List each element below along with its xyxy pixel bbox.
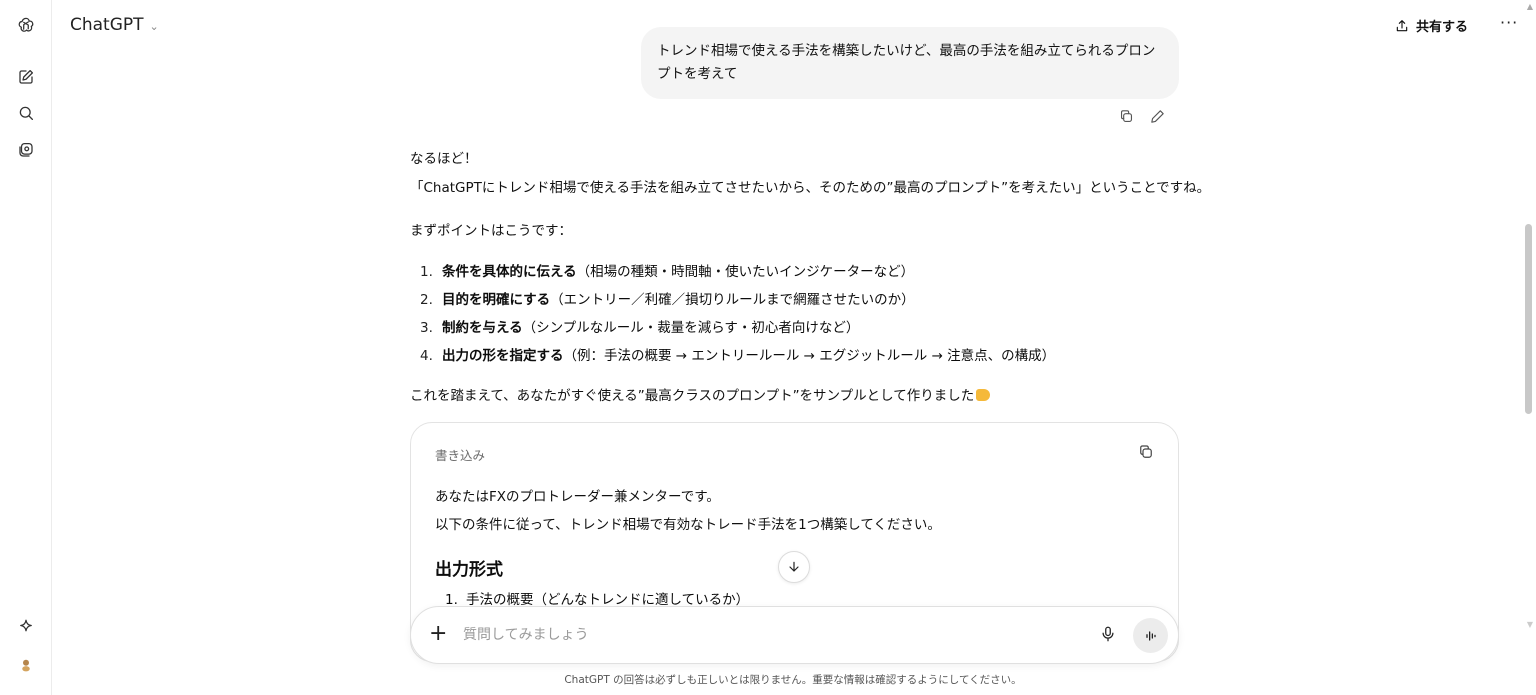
scrollbar[interactable]: ▲ ▼ — [1522, 0, 1536, 695]
arrow-down-icon — [789, 561, 799, 572]
list-number: 2. — [420, 292, 433, 308]
list-item: 3. 制約を与える（シンプルなルール・裁量を減らす・初心者向けなど） — [420, 318, 1055, 346]
left-sidebar-rail — [0, 0, 52, 695]
list-item: 2. 目的を明確にする（エントリー／利確／損切りルールまで網羅させたいのか） — [420, 290, 1055, 318]
edit-icon[interactable] — [1149, 108, 1166, 129]
plus-icon[interactable]: + — [429, 621, 447, 647]
card-list-item: 1. 手法の概要（どんなトレンドに適しているか） — [445, 588, 749, 608]
voice-mode-button[interactable] — [1133, 618, 1168, 653]
footer-disclaimer: ChatGPT の回答は必ずしも正しいとは限りません。重要な情報は確認するように… — [564, 674, 1022, 686]
library-icon[interactable] — [16, 140, 36, 160]
assistant-outro: これを踏まえて、あなたがすぐ使える”最高クラスのプロンプト”をサンプルとして作り… — [410, 384, 991, 404]
list-item-bold: 目的を明確にする — [442, 292, 551, 308]
list-number: 3. — [420, 320, 433, 336]
card-heading: 出力形式 — [435, 560, 503, 580]
footer-disclaimer-wrap: ChatGPT の回答は必ずしも正しいとは限りません。重要な情報は確認するように… — [0, 672, 1536, 687]
assistant-points-list: 1. 条件を具体的に伝える（相場の種類・時間軸・使いたいインジケーターなど） 2.… — [420, 262, 1055, 374]
user-message-line: プトを考えて — [657, 66, 738, 82]
scroll-to-bottom-button[interactable] — [778, 551, 810, 583]
openai-logo-icon[interactable] — [16, 15, 36, 35]
share-icon — [1396, 19, 1408, 31]
copy-icon[interactable] — [1137, 443, 1155, 465]
list-item: 1. 条件を具体的に伝える（相場の種類・時間軸・使いたいインジケーターなど） — [420, 262, 1055, 290]
search-icon[interactable] — [16, 103, 36, 123]
model-name: ChatGPT — [70, 15, 144, 35]
model-selector[interactable]: ChatGPT ⌄ — [70, 15, 159, 35]
card-text: 以下の条件に従って、トレンド相場で有効なトレード手法を1つ構築してください。 — [435, 517, 941, 533]
assistant-text: 「ChatGPTにトレンド相場で使える手法を組み立てさせたいから、そのための”最… — [410, 180, 1211, 196]
list-item-text: （シンプルなルール・裁量を減らす・初心者向けなど） — [522, 320, 860, 336]
assistant-text: これを踏まえて、あなたがすぐ使える”最高クラスのプロンプト”をサンプルとして作り… — [410, 388, 975, 404]
list-item-text: （エントリー／利確／損切りルールまで網羅させたいのか） — [550, 292, 915, 308]
scroll-down-arrow-icon[interactable]: ▼ — [1527, 620, 1533, 629]
prompt-input[interactable] — [463, 623, 1063, 647]
list-item-text: （例：手法の概要 → エントリールール → エグジットルール → 注意点、の構成… — [563, 348, 1056, 364]
user-message-line: トレンド相場で使える手法を構築したいけど、最高の手法を組み立てられるプロン — [657, 43, 1156, 59]
list-item-bold: 条件を具体的に伝える — [442, 264, 577, 280]
list-number: 1. — [420, 264, 433, 280]
list-item-bold: 出力の形を指定する — [442, 348, 564, 364]
assistant-text: まずポイントはこうです： — [410, 223, 572, 239]
more-options-button[interactable]: ··· — [1500, 13, 1518, 32]
chevron-down-icon: ⌄ — [149, 19, 159, 33]
scrollbar-thumb[interactable] — [1525, 224, 1532, 414]
voice-mode-icon — [1145, 630, 1156, 641]
user-message-bubble: トレンド相場で使える手法を構築したいけど、最高の手法を組み立てられるプロン プト… — [641, 27, 1179, 99]
user-message-actions — [1118, 108, 1166, 129]
copy-icon[interactable] — [1118, 108, 1135, 129]
assistant-text: なるほど！ — [410, 151, 478, 167]
card-text: あなたはFXのプロトレーダー兼メンターです。 — [435, 489, 720, 505]
scroll-up-arrow-icon[interactable]: ▲ — [1527, 2, 1533, 11]
list-item-text: （相場の種類・時間軸・使いたいインジケーターなど） — [576, 264, 915, 280]
pointing-down-emoji-icon — [976, 389, 991, 401]
new-chat-icon[interactable] — [16, 67, 36, 87]
composer: + — [410, 606, 1179, 664]
share-label: 共有する — [1416, 20, 1469, 35]
list-item-bold: 制約を与える — [442, 320, 523, 336]
microphone-icon[interactable] — [1099, 625, 1117, 647]
sparkle-icon[interactable] — [16, 617, 36, 637]
share-button[interactable]: 共有する — [1394, 16, 1468, 35]
list-number: 4. — [420, 348, 433, 364]
card-title: 書き込み — [435, 448, 486, 463]
list-item: 4. 出力の形を指定する（例：手法の概要 → エントリールール → エグジットルー… — [420, 346, 1055, 374]
